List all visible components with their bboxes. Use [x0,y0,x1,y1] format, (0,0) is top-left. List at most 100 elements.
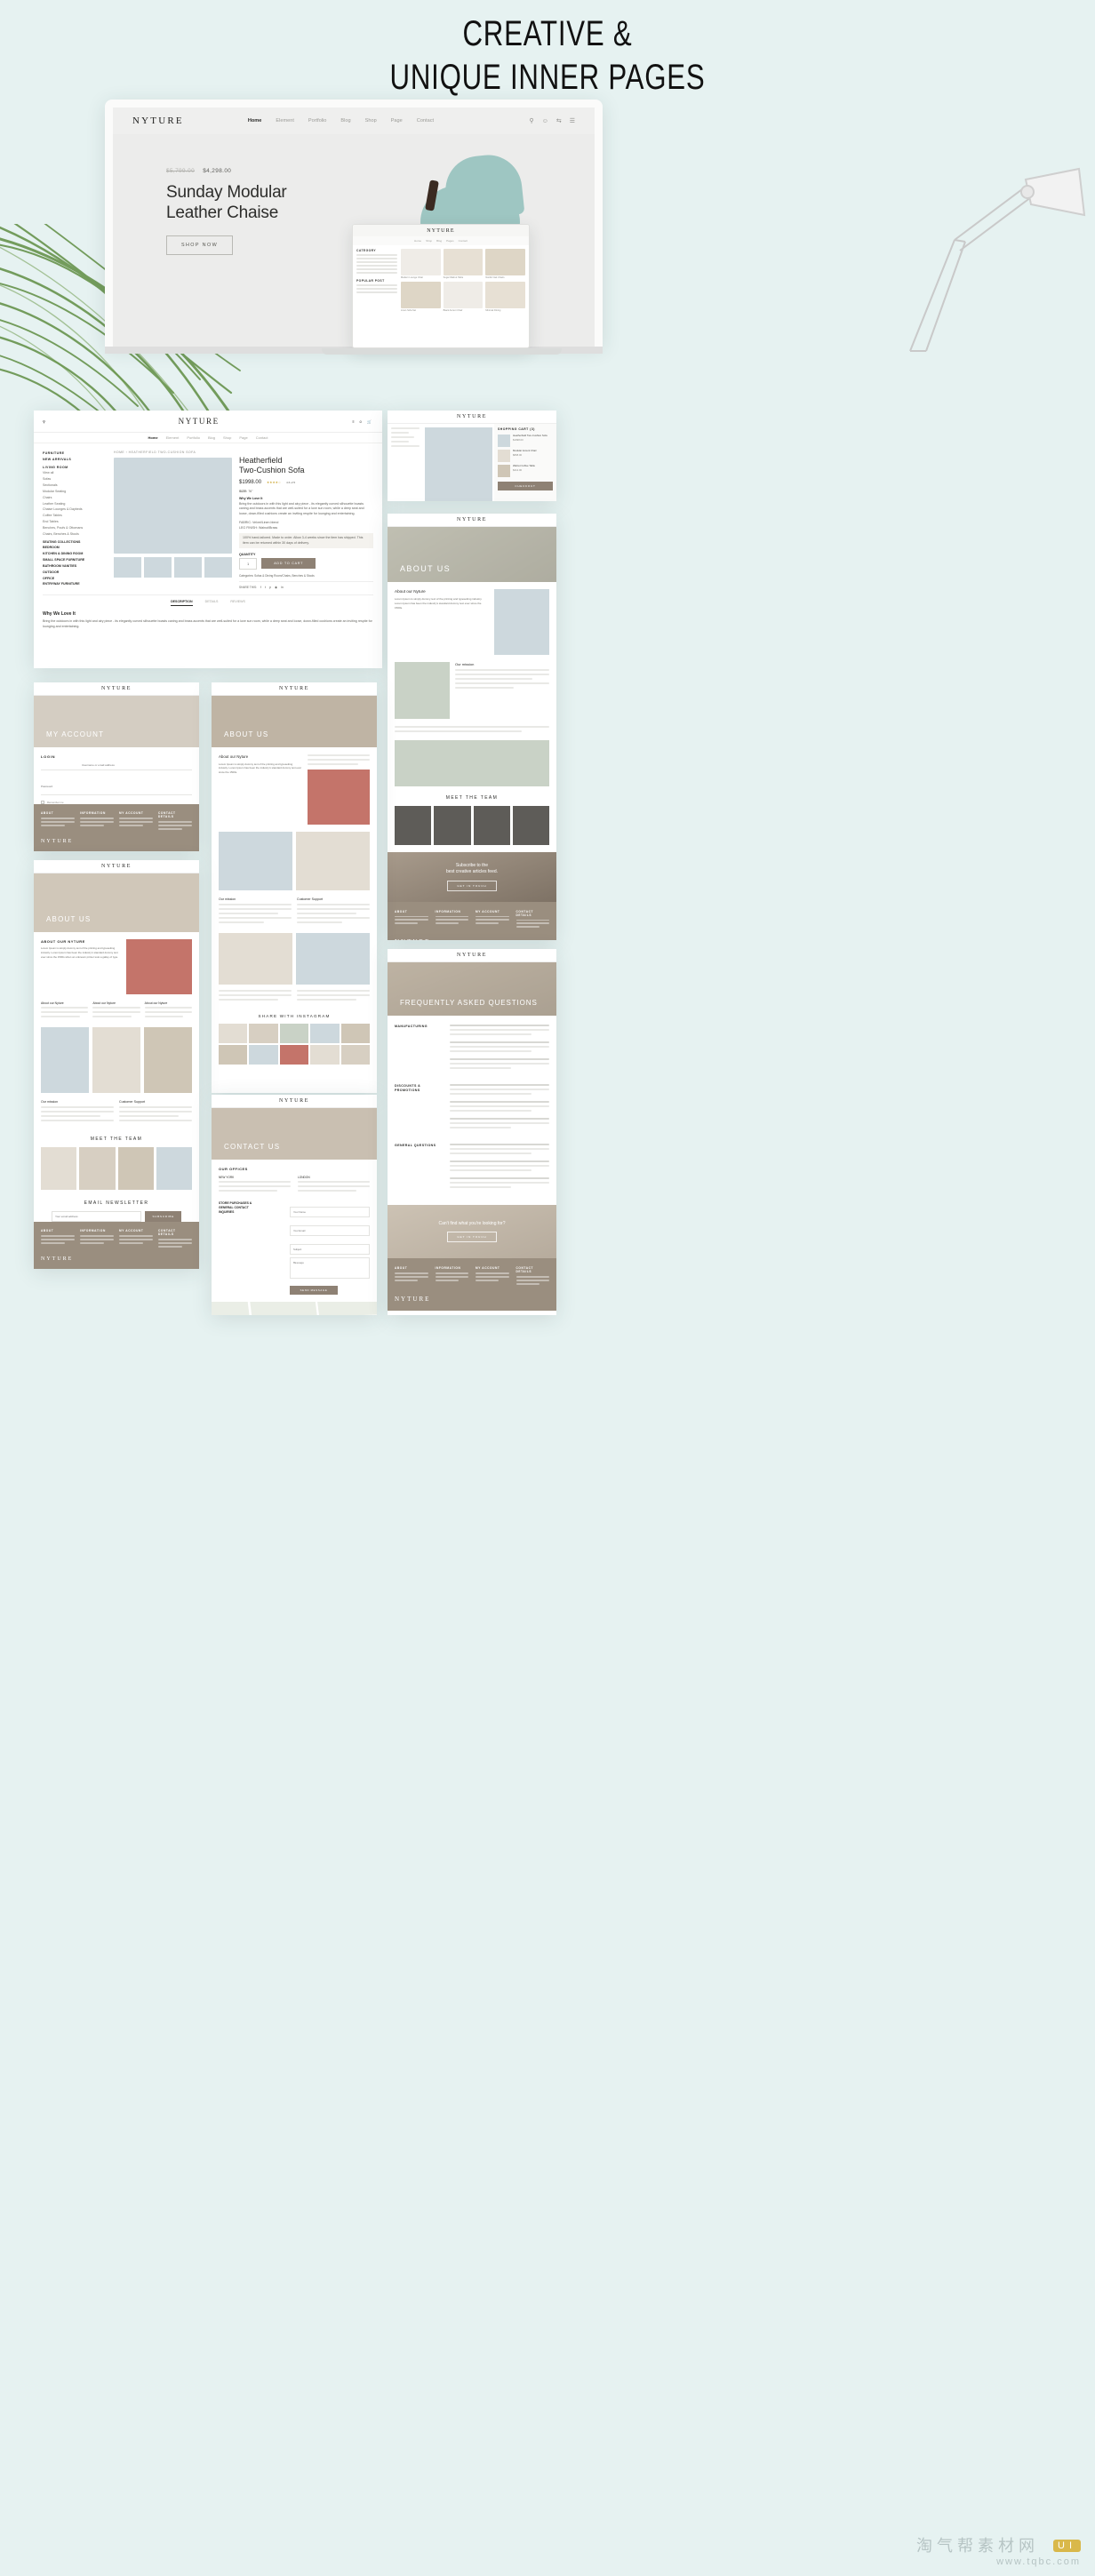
cart-item[interactable]: Walnut Coffee Table $412.00 [498,464,553,477]
nav-portfolio[interactable]: Portfolio [187,435,200,440]
gallery-image[interactable] [296,933,370,985]
contact-brand[interactable]: NYTURE [279,1098,309,1104]
sidebar-item-outdoor[interactable]: OUTDOOR [43,570,107,576]
gallery-image[interactable] [92,1027,140,1093]
instagram-photo[interactable] [249,1024,278,1043]
get-in-touch-button[interactable]: GET IN TOUCH [447,880,497,891]
sidebar-item-bathroom-vanities[interactable]: BATHROOM VANITIES [43,563,107,570]
gallery-image[interactable] [41,1027,89,1093]
instagram-photo[interactable] [310,1024,340,1043]
sidebar-item-bedroom[interactable]: BEDROOM [43,545,107,551]
about-left-brand[interactable]: NYTURE [101,864,132,869]
nav-element[interactable]: Element [166,435,180,440]
product-thumb[interactable] [174,557,202,578]
quantity-stepper[interactable]: 1 [239,557,258,570]
hero-nav-page[interactable]: Page [391,118,403,124]
nav-home[interactable]: Home [148,435,158,440]
faq-brand[interactable]: NYTURE [457,953,487,958]
name-field[interactable] [290,1207,370,1217]
tab-details[interactable]: DETAILS [205,600,219,606]
sidebar-item-entryway[interactable]: ENTRYWAY FURNITURE [43,581,107,587]
header-icons[interactable]: ≡ ☺ 🛒 [352,419,373,424]
sidebar-item-sectionals[interactable]: Sectionals [43,483,107,489]
password-input[interactable] [41,785,192,788]
subscribe-button[interactable]: SUBSCRIBE [145,1211,181,1222]
sidebar-item-modular-seating[interactable]: Modular Seating [43,489,107,495]
hero-nav-home[interactable]: Home [248,118,262,124]
team-member-photo[interactable] [512,806,549,845]
nav-page[interactable]: Page [239,435,247,440]
instagram-photo[interactable] [219,1024,248,1043]
instagram-photo[interactable] [310,1045,340,1065]
sidebar-item-coffee-tables[interactable]: Coffee Tables [43,513,107,519]
laptop-grid-item[interactable]: Nordic Oak Chairs [485,249,525,279]
shop-now-button[interactable]: SHOP NOW [166,235,234,256]
team-member-photo[interactable] [434,806,471,845]
team-member-photo[interactable] [395,806,432,845]
user-icon[interactable]: ☺ [542,118,548,124]
team-member-photo[interactable] [117,1147,154,1190]
instagram-photo[interactable] [340,1045,370,1065]
sidebar-item-end-tables[interactable]: End Tables [43,519,107,525]
team-member-photo[interactable] [156,1147,192,1190]
sidebar-item-view-all[interactable]: View all [43,470,107,476]
hero-brand[interactable]: NYTURE [132,116,184,126]
sidebar-item-furniture[interactable]: FURNITURE [43,451,107,457]
faq-cta-button[interactable]: GET IN TOUCH [447,1232,497,1242]
laptop-brand[interactable]: NYTURE [427,228,455,234]
team-member-photo[interactable] [41,1147,77,1190]
cart-brand[interactable]: NYTURE [457,414,487,419]
nav-blog[interactable]: Blog [208,435,215,440]
compare-icon[interactable]: ⇆ [556,117,562,124]
laptop-grid-item[interactable]: Linen Sofa Set [401,282,441,312]
cart-item[interactable]: Modular Accent Chair $868.00 [498,449,553,462]
sidebar-item-benches-poufs[interactable]: Benches, Poufs & Ottomans [43,525,107,531]
username-input[interactable] [82,763,192,767]
gallery-image[interactable] [144,1027,192,1093]
sidebar-item-living-room[interactable]: LIVING ROOM [43,465,107,471]
laptop-nav-home[interactable]: Home [414,239,421,243]
sidebar-item-seating-collections[interactable]: SEATING COLLECTIONS [43,539,107,546]
laptop-nav-blog[interactable]: Blog [436,239,442,243]
email-field[interactable] [290,1225,370,1236]
laptop-grid-item[interactable]: Black Accent Chair [443,282,484,312]
add-to-cart-button[interactable]: ADD TO CART [261,558,316,570]
laptop-grid-item[interactable]: Sugar Walnut Table [443,249,484,279]
team-member-photo[interactable] [473,806,510,845]
instagram-photo[interactable] [219,1045,248,1065]
sidebar-item-leather-seating[interactable]: Leather Seating [43,501,107,507]
sidebar-item-sofas[interactable]: Sofas [43,476,107,483]
hero-nav-portfolio[interactable]: Portfolio [308,118,327,124]
sidebar-item-chaise-lounges[interactable]: Chaise Lounges & Daybeds [43,506,107,513]
search-icon[interactable]: ⚲ [43,419,45,424]
team-member-photo[interactable] [79,1147,116,1190]
instagram-photo[interactable] [279,1024,309,1043]
gallery-image[interactable] [219,933,292,985]
subject-field[interactable] [290,1244,370,1255]
product-page-brand[interactable]: NYTURE [179,417,220,426]
message-field[interactable] [290,1257,370,1279]
send-message-button[interactable]: SEND MESSAGE [290,1286,338,1295]
tab-reviews[interactable]: REVIEWS [230,600,245,606]
sidebar-item-office[interactable]: OFFICE [43,576,107,582]
instagram-photo[interactable] [249,1045,278,1065]
nav-contact[interactable]: Contact [256,435,268,440]
hero-nav-element[interactable]: Element [276,118,294,124]
nav-shop[interactable]: Shop [223,435,231,440]
map[interactable] [212,1302,377,1315]
linkedin-icon[interactable]: in [281,586,284,589]
instagram-icon[interactable]: ◉ [275,586,277,589]
gallery-image[interactable] [296,832,370,890]
product-main-image[interactable] [114,458,232,554]
newsletter-email-input[interactable] [52,1211,142,1222]
sidebar-item-new-arrivals[interactable]: NEW ARRIVALS [43,457,107,463]
hero-nav-blog[interactable]: Blog [340,118,350,124]
twitter-icon[interactable]: t [265,586,266,589]
menu-icon[interactable]: ☰ [570,117,575,124]
cart-item[interactable]: Heatherfield Two-Cushion Sofa $1998.00 [498,434,553,447]
sidebar-item-kitchen-dining[interactable]: KITCHEN & DINING ROOM [43,551,107,557]
instagram-photo[interactable] [340,1024,370,1043]
product-thumb[interactable] [204,557,232,578]
about-center-brand[interactable]: NYTURE [279,686,309,691]
sidebar-item-small-space[interactable]: SMALL SPACE FURNITURE [43,557,107,563]
